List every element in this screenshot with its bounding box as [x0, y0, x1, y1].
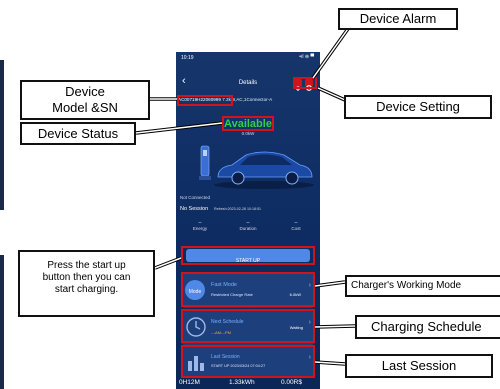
- callout-device-setting-text: Device Setting: [376, 99, 460, 114]
- callout-last-session-text: Last Session: [381, 358, 457, 373]
- stat-label: Cost: [291, 226, 301, 231]
- callout-device-alarm-text: Device Alarm: [359, 11, 437, 26]
- status-power: 0.0kW: [241, 131, 255, 136]
- callout-charging-schedule-text: Charging Schedule: [371, 319, 482, 334]
- callout-working-mode: Charger's Working Mode: [345, 275, 500, 297]
- stats-row: -- Energy -- Duration -- Cost: [176, 220, 320, 238]
- stat-label: Energy: [192, 226, 208, 231]
- callout-device-setting: Device Setting: [344, 95, 492, 119]
- callout-press-start-text: Press the start up button then you can s…: [42, 260, 131, 295]
- bottom-duration: 0H12M: [179, 379, 200, 386]
- bottom-energy: 1.33kWh: [229, 379, 255, 386]
- session-state: No Session: [180, 206, 209, 212]
- callout-charging-schedule: Charging Schedule: [355, 315, 500, 339]
- stat-energy: -- Energy: [180, 220, 220, 231]
- callout-working-mode-text: Charger's Working Mode: [351, 280, 462, 291]
- status-bar: 10:19 •ıl ⊜ ▀: [176, 52, 320, 64]
- left-strip-top: [0, 60, 4, 210]
- left-strip-bottom: [0, 255, 4, 389]
- status-time: 10:19: [181, 55, 194, 61]
- charging-station-icon: [199, 145, 211, 180]
- stat-cost: -- Cost: [276, 220, 316, 231]
- highlight-last-session: [181, 345, 315, 378]
- highlight-alarm-setting: [293, 77, 317, 89]
- highlight-schedule: [181, 309, 315, 343]
- status-icons: •ıl ⊜ ▀: [299, 54, 314, 60]
- highlight-model-sn: [177, 95, 233, 106]
- stat-duration: -- Duration: [228, 220, 268, 231]
- callout-device-alarm: Device Alarm: [338, 8, 458, 30]
- callout-device-status-text: Device Status: [37, 126, 119, 141]
- refresh-text: Refresh:2023-02-28 10:18:51: [214, 207, 261, 211]
- highlight-working-mode: [181, 272, 315, 307]
- connection-state: Not Connected: [180, 195, 211, 200]
- highlight-start-up: [181, 246, 315, 265]
- callout-device-model: Device Model &SN: [20, 80, 150, 120]
- stat-label: Duration: [239, 226, 257, 231]
- car-icon: [214, 151, 314, 189]
- bottom-cost: 0.00R$: [281, 379, 302, 386]
- callout-device-status: Device Status: [20, 122, 136, 145]
- callout-last-session: Last Session: [345, 354, 493, 378]
- callout-device-model-line1: Device: [65, 84, 105, 99]
- callout-device-model-line2: Model &SN: [52, 100, 118, 115]
- highlight-status: [222, 116, 274, 131]
- callout-press-start: Press the start up button then you can s…: [18, 250, 155, 317]
